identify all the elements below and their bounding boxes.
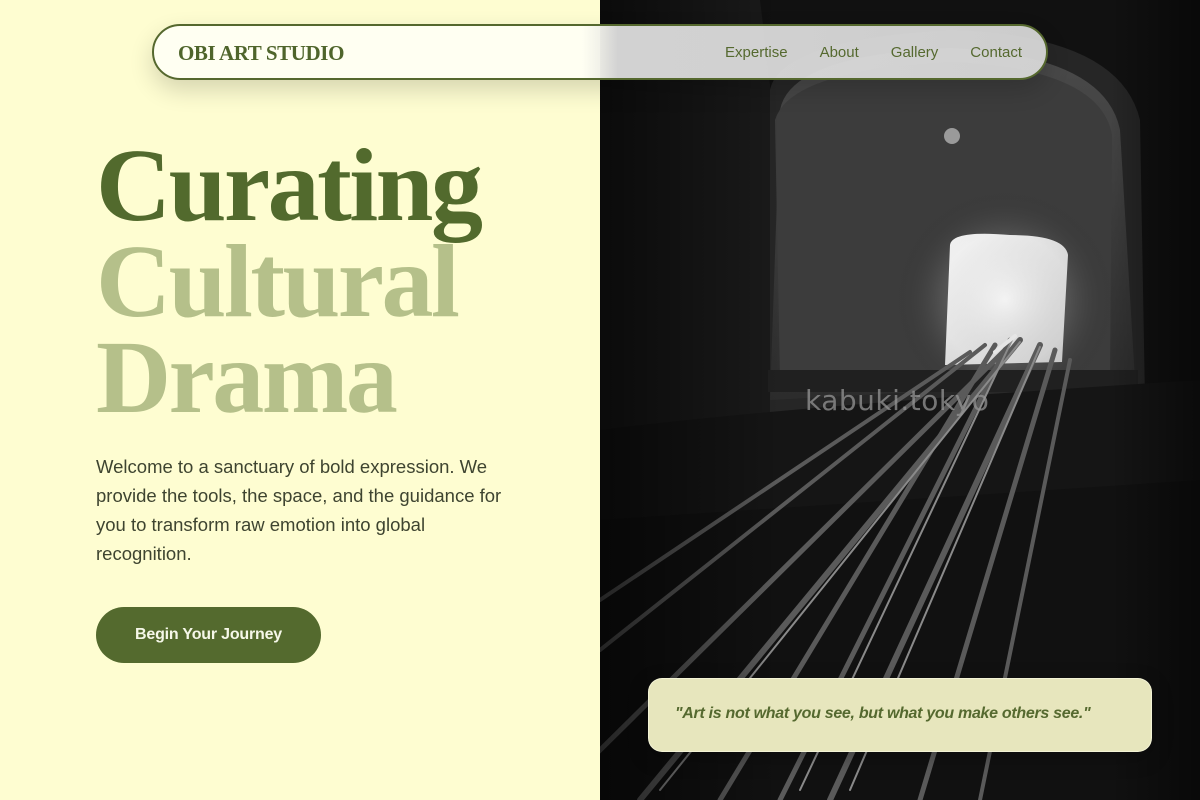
nav-links: Expertise About Gallery Contact xyxy=(725,44,1022,61)
brand-logo[interactable]: OBI ART STUDIO xyxy=(178,41,344,66)
nav-link-contact[interactable]: Contact xyxy=(970,44,1022,61)
begin-journey-button[interactable]: Begin Your Journey xyxy=(96,607,321,663)
hero-title: Curating Cultural Drama xyxy=(96,128,483,435)
hero-title-line-3: Drama xyxy=(96,320,398,435)
quote-card: "Art is not what you see, but what you m… xyxy=(648,678,1152,752)
nav-link-about[interactable]: About xyxy=(820,44,859,61)
hero-title-line-1: Curating xyxy=(96,128,483,243)
quote-text: "Art is not what you see, but what you m… xyxy=(675,705,1091,722)
hero-title-line-2: Cultural xyxy=(96,224,460,339)
hero-description: Welcome to a sanctuary of bold expressio… xyxy=(96,456,502,564)
nav-link-gallery[interactable]: Gallery xyxy=(891,44,939,61)
image-watermark: kabuki.tokyo xyxy=(805,384,990,417)
top-navigation: OBI ART STUDIO Expertise About Gallery C… xyxy=(152,24,1048,80)
nav-link-expertise[interactable]: Expertise xyxy=(725,44,788,61)
